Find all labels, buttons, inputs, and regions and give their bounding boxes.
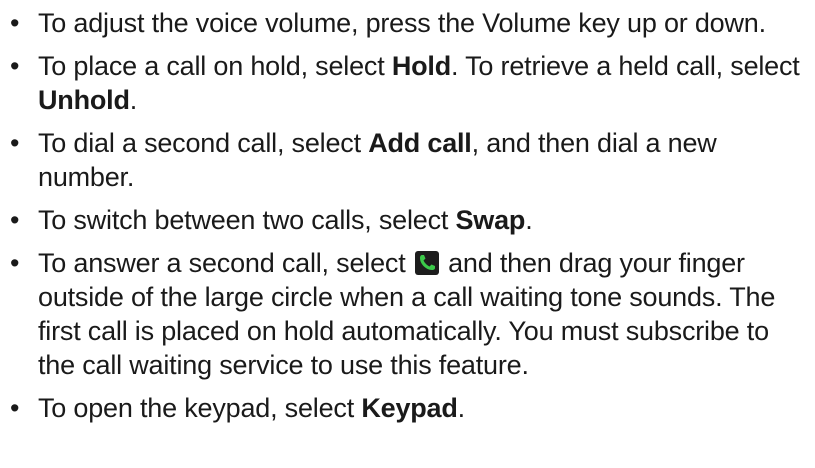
item-text: .: [457, 393, 466, 423]
bullet-marker: •: [10, 248, 20, 278]
bullet-marker: •: [10, 205, 20, 235]
list-item-keypad: • To open the keypad, select Keypad.: [8, 391, 808, 425]
item-text: To switch between two calls, select: [38, 205, 456, 235]
list-item-hold: • To place a call on hold, select Hold. …: [8, 49, 808, 117]
item-text: To place a call on hold, select: [38, 51, 392, 81]
instruction-list: • To adjust the voice volume, press the …: [8, 6, 808, 434]
item-text: .: [525, 205, 533, 235]
unhold-option-label: Unhold: [38, 85, 130, 115]
list-item-answer-second-call: • To answer a second call, select and th…: [8, 246, 808, 382]
add-call-option-label: Add call: [368, 128, 472, 158]
bullet-marker: •: [10, 128, 20, 158]
hold-option-label: Hold: [391, 51, 452, 81]
list-item-volume: • To adjust the voice volume, press the …: [8, 6, 808, 40]
list-item-add-call: • To dial a second call, select Add call…: [8, 126, 808, 194]
item-text: . To retrieve a held call, select: [451, 51, 800, 81]
swap-option-label: Swap: [455, 205, 526, 235]
item-text: To open the keypad, select: [38, 393, 362, 423]
bullet-marker: •: [10, 8, 20, 38]
item-text: To answer a second call, select: [38, 248, 413, 278]
item-text: .: [129, 85, 138, 115]
item-text: To dial a second call, select: [38, 128, 369, 158]
manual-page: • To adjust the voice volume, press the …: [0, 0, 815, 468]
bullet-marker: •: [10, 393, 20, 423]
keypad-option-label: Keypad: [361, 393, 458, 423]
bullet-marker: •: [10, 51, 20, 81]
item-text: To adjust the voice volume, press the Vo…: [38, 8, 766, 38]
list-item-swap: • To switch between two calls, select Sw…: [8, 203, 808, 237]
phone-call-icon: [414, 251, 439, 275]
